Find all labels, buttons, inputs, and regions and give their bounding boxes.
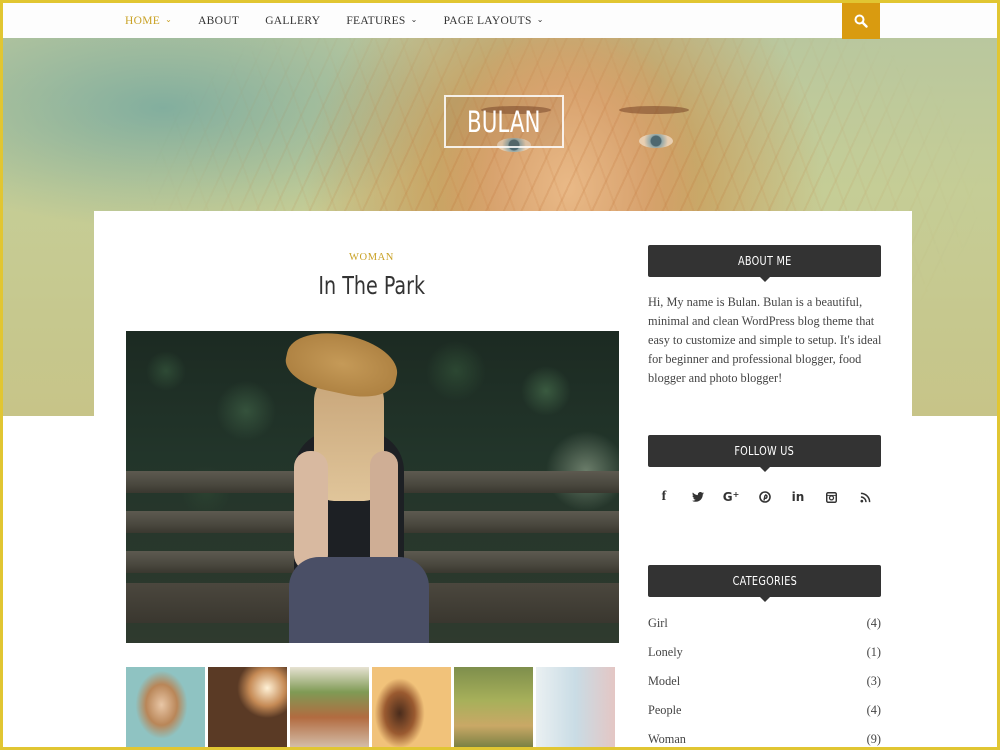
- widget-title-text: CATEGORIES: [732, 574, 797, 588]
- gallery-thumbnail[interactable]: [290, 667, 369, 747]
- category-item[interactable]: Girl (4): [648, 609, 881, 638]
- search-button[interactable]: [842, 3, 880, 39]
- nav-item-page-layouts[interactable]: PAGE LAYOUTS ⌄: [444, 15, 544, 27]
- category-item[interactable]: Woman (9): [648, 725, 881, 747]
- category-count: (1): [866, 645, 881, 659]
- hero-image-detail: [619, 106, 689, 114]
- post-title[interactable]: In The Park: [94, 271, 649, 300]
- nav-item-about[interactable]: ABOUT: [198, 15, 239, 27]
- watermark-text: tiancollege.com: [41, 697, 113, 707]
- google-plus-link[interactable]: G+: [718, 487, 744, 507]
- chevron-down-icon: ⌄: [410, 15, 418, 24]
- chevron-down-icon: ⌄: [165, 15, 173, 24]
- hero-image-detail: [639, 134, 673, 148]
- chevron-down-icon: ⌄: [536, 15, 544, 24]
- nav-item-label: ABOUT: [198, 14, 240, 27]
- nav-item-gallery[interactable]: GALLERY: [265, 15, 320, 27]
- about-me-widget-title: ABOUT ME: [648, 245, 881, 282]
- gallery-thumbnail[interactable]: [536, 667, 615, 747]
- twitter-link[interactable]: [685, 487, 711, 507]
- gallery-thumbnail[interactable]: [208, 667, 287, 747]
- rss-icon: [859, 492, 870, 503]
- gallery-thumbnail[interactable]: [126, 667, 205, 747]
- category-name: Lonely: [648, 645, 683, 659]
- categories-widget-title: CATEGORIES: [648, 565, 881, 602]
- category-count: (3): [866, 674, 881, 688]
- linkedin-icon: in: [791, 490, 805, 504]
- instagram-link[interactable]: [819, 487, 845, 507]
- site-title: BULAN: [467, 104, 541, 139]
- category-name: Woman: [648, 732, 686, 746]
- facebook-icon: f: [661, 489, 667, 504]
- nav-item-label: PAGE LAYOUTS: [443, 14, 532, 27]
- category-name: Model: [648, 674, 681, 688]
- nav-item-label: GALLERY: [265, 14, 321, 27]
- pinterest-icon: [758, 491, 771, 503]
- google-plus-icon: G+: [722, 490, 740, 504]
- linkedin-link[interactable]: in: [785, 487, 811, 507]
- post-featured-image[interactable]: [126, 331, 619, 643]
- category-name: Girl: [648, 616, 668, 630]
- category-count: (9): [866, 732, 881, 746]
- page-frame: HOME ⌄ ABOUT GALLERY FEATURES ⌄ PAGE LAY…: [3, 3, 997, 747]
- nav-item-home[interactable]: HOME ⌄: [125, 15, 172, 27]
- gallery-thumbnail[interactable]: [454, 667, 533, 747]
- content-card: WOMAN In The Park ABOUT ME Hi, My name i…: [94, 211, 912, 747]
- about-me-text: Hi, My name is Bulan. Bulan is a beautif…: [648, 295, 882, 385]
- rss-link[interactable]: [852, 487, 878, 507]
- post-category-link[interactable]: WOMAN: [94, 252, 649, 263]
- gallery-thumbnails: [126, 667, 619, 747]
- facebook-link[interactable]: f: [651, 487, 677, 507]
- category-count: (4): [866, 703, 881, 717]
- nav-item-features[interactable]: FEATURES ⌄: [346, 15, 417, 27]
- category-item[interactable]: Lonely (1): [648, 638, 881, 667]
- nav-item-label: FEATURES: [346, 14, 406, 27]
- instagram-icon: [826, 491, 837, 503]
- gallery-thumbnail[interactable]: [372, 667, 451, 747]
- image-person-legs: [289, 557, 429, 643]
- category-name: People: [648, 703, 682, 717]
- follow-us-widget-title: FOLLOW US: [648, 435, 881, 472]
- site-logo[interactable]: BULAN: [444, 95, 564, 148]
- nav-menu: HOME ⌄ ABOUT GALLERY FEATURES ⌄ PAGE LAY…: [125, 3, 570, 38]
- categories-list: Girl (4) Lonely (1) Model (3) People (4)…: [648, 609, 881, 747]
- category-item[interactable]: Model (3): [648, 667, 881, 696]
- top-navigation: HOME ⌄ ABOUT GALLERY FEATURES ⌄ PAGE LAY…: [3, 3, 997, 39]
- widget-title-text: FOLLOW US: [734, 444, 795, 458]
- image-person-arm: [294, 451, 328, 571]
- category-item[interactable]: People (4): [648, 696, 881, 725]
- post-title-text: In The Park: [318, 271, 425, 300]
- nav-item-label: HOME: [125, 14, 161, 27]
- search-icon: [854, 14, 868, 28]
- social-links: f G+ in: [648, 487, 881, 507]
- widget-title-text: ABOUT ME: [737, 254, 792, 268]
- twitter-icon: [691, 492, 704, 502]
- category-count: (4): [866, 616, 881, 630]
- pinterest-link[interactable]: [752, 487, 778, 507]
